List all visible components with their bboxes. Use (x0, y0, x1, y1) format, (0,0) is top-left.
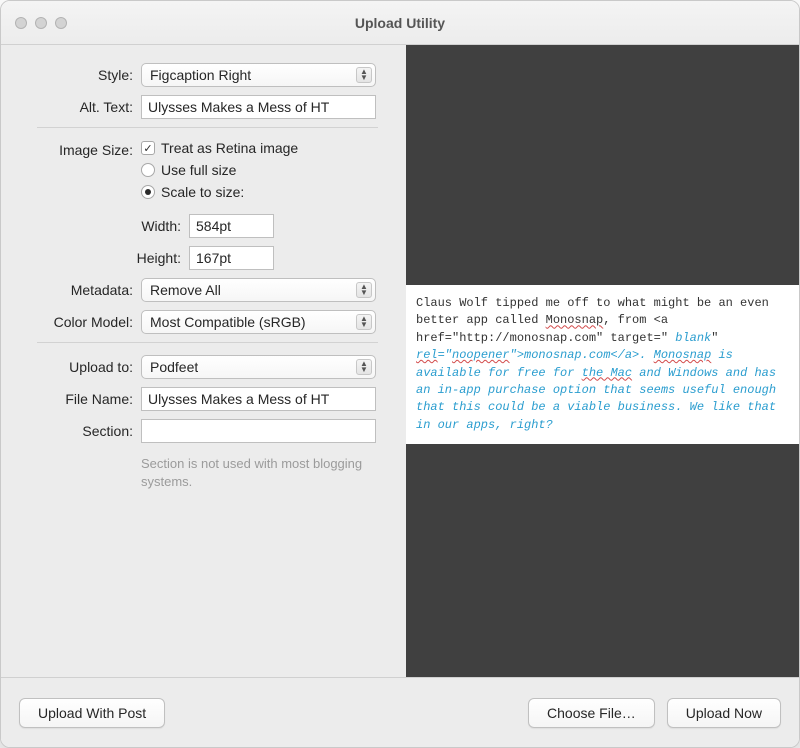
window-title: Upload Utility (1, 15, 799, 31)
section-label: Section: (1, 423, 141, 439)
color-model-select[interactable]: Most Compatible (sRGB) ▲▼ (141, 310, 376, 334)
window: Upload Utility Style: Figcaption Right ▲… (0, 0, 800, 748)
metadata-label: Metadata: (1, 282, 141, 298)
retina-label: Treat as Retina image (161, 140, 298, 156)
height-value: 167pt (196, 250, 231, 266)
preview-content: Claus Wolf tipped me off to what might b… (406, 285, 799, 444)
preview-pane: Claus Wolf tipped me off to what might b… (406, 45, 799, 677)
preview-text: the Mac (582, 366, 632, 380)
color-model-value: Most Compatible (sRGB) (150, 314, 306, 330)
style-label: Style: (1, 67, 141, 83)
width-value: 584pt (196, 218, 231, 234)
upload-to-value: Podfeet (150, 359, 198, 375)
stepper-icon: ▲▼ (356, 314, 372, 330)
retina-checkbox[interactable]: ✓ (141, 141, 155, 155)
image-size-label: Image Size: (1, 140, 141, 158)
form-pane: Style: Figcaption Right ▲▼ Alt. Text: Ul… (1, 45, 406, 677)
width-field[interactable]: 584pt (189, 214, 274, 238)
upload-to-select[interactable]: Podfeet ▲▼ (141, 355, 376, 379)
preview-text: blank (668, 331, 711, 345)
scale-label: Scale to size: (161, 184, 244, 200)
full-size-label: Use full size (161, 162, 236, 178)
preview-text: ">monosnap.com</a>. (510, 348, 654, 362)
style-value: Figcaption Right (150, 67, 251, 83)
preview-text: " (711, 331, 718, 345)
preview-text: Monosnap (654, 348, 712, 362)
width-label: Width: (1, 218, 189, 234)
full-size-radio[interactable] (141, 163, 155, 177)
traffic-lights (1, 17, 67, 29)
scale-radio[interactable] (141, 185, 155, 199)
preview-text: =" (438, 348, 452, 362)
button-label: Upload Now (686, 705, 762, 721)
alt-text-field[interactable]: Ulysses Makes a Mess of HT (141, 95, 376, 119)
stepper-icon: ▲▼ (356, 67, 372, 83)
section-field[interactable] (141, 419, 376, 443)
metadata-value: Remove All (150, 282, 221, 298)
content-body: Style: Figcaption Right ▲▼ Alt. Text: Ul… (1, 45, 799, 677)
divider (37, 127, 378, 128)
stepper-icon: ▲▼ (356, 359, 372, 375)
preview-text: rel (416, 348, 438, 362)
alt-text-label: Alt. Text: (1, 99, 141, 115)
close-icon[interactable] (15, 17, 27, 29)
style-select[interactable]: Figcaption Right ▲▼ (141, 63, 376, 87)
height-field[interactable]: 167pt (189, 246, 274, 270)
button-label: Upload With Post (38, 705, 146, 721)
upload-to-label: Upload to: (1, 359, 141, 375)
file-name-label: File Name: (1, 391, 141, 407)
metadata-select[interactable]: Remove All ▲▼ (141, 278, 376, 302)
choose-file-button[interactable]: Choose File… (528, 698, 655, 728)
file-name-field[interactable]: Ulysses Makes a Mess of HT (141, 387, 376, 411)
footer: Upload With Post Choose File… Upload Now (1, 677, 799, 747)
upload-now-button[interactable]: Upload Now (667, 698, 781, 728)
minimize-icon[interactable] (35, 17, 47, 29)
preview-text: noopener (452, 348, 510, 362)
zoom-icon[interactable] (55, 17, 67, 29)
alt-text-value: Ulysses Makes a Mess of HT (148, 99, 329, 115)
color-model-label: Color Model: (1, 314, 141, 330)
preview-text: Monosnap (546, 313, 604, 327)
divider (37, 342, 378, 343)
upload-with-post-button[interactable]: Upload With Post (19, 698, 165, 728)
button-label: Choose File… (547, 705, 636, 721)
stepper-icon: ▲▼ (356, 282, 372, 298)
file-name-value: Ulysses Makes a Mess of HT (148, 391, 329, 407)
section-hint: Section is not used with most blogging s… (141, 455, 376, 490)
height-label: Height: (1, 250, 189, 266)
titlebar: Upload Utility (1, 1, 799, 45)
